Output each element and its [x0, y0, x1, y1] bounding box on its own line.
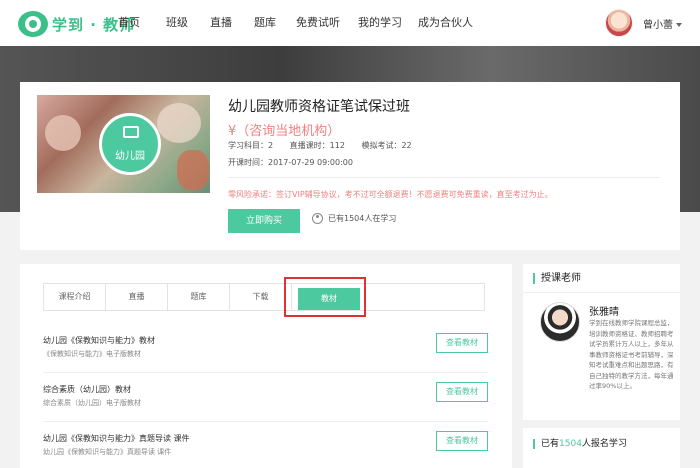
textbook-list: 幼儿园《保教知识与能力》教材 《保教知识与能力》电子版教材 查看教材 综合素质（…: [43, 324, 488, 468]
list-item: 幼儿园《保教知识与能力》真题导读 课件 幼儿园《保教知识与能力》真题导读 课件 …: [43, 422, 488, 468]
user-menu[interactable]: 曾小蕾: [605, 9, 682, 37]
start-time: 开课时间：2017-07-29 09:00:00: [228, 158, 353, 167]
learner-count: 已有1504人在学习: [312, 213, 396, 224]
signup-title: 已有1504人报名学习: [533, 439, 627, 449]
nav-question-bank[interactable]: 题库: [254, 0, 296, 46]
material-title: 幼儿园《保教知识与能力》真题导读 课件: [43, 434, 190, 443]
highlight-annotation: [284, 277, 366, 317]
kindergarten-badge: 幼儿园: [99, 113, 161, 175]
user-name[interactable]: 曾小蕾: [643, 16, 682, 31]
view-textbook-button[interactable]: 查看教材: [436, 431, 488, 451]
cover-photo-detail: [45, 115, 81, 151]
nav-live[interactable]: 直播: [210, 0, 254, 46]
course-tabs: 课程介绍 直播 题库 下载 教材: [43, 283, 485, 311]
tab-course-intro[interactable]: 课程介绍: [44, 284, 106, 310]
nav-become-partner[interactable]: 成为合伙人: [418, 0, 488, 46]
teacher-bio: 学到在线教师学院课程总监，培训教师资格证、教师招聘考试学员累计万人以上，多年从事…: [589, 319, 674, 390]
list-item: 幼儿园《保教知识与能力》教材 《保教知识与能力》电子版教材 查看教材: [43, 324, 488, 373]
list-item: 综合素质（幼儿园）教材 综合素质（幼儿园）电子版教材 查看教材: [43, 373, 488, 422]
material-subtitle: 《保教知识与能力》电子版教材: [43, 350, 141, 358]
learner-count-text: 已有1504人在学习: [328, 214, 397, 223]
subject-count: 学习科目：2: [228, 141, 274, 150]
signup-prefix: 已有: [541, 439, 560, 449]
tab-live[interactable]: 直播: [106, 284, 168, 310]
top-navbar: 学到 · 教师 首页 班级 直播 题库 免费试听 我的学习 成为合伙人 曾小蕾: [0, 0, 700, 46]
badge-label: 幼儿园: [115, 151, 145, 162]
course-title: 幼儿园教师资格证笔试保过班: [228, 99, 410, 115]
live-hours: 直播课时：112: [289, 141, 345, 150]
material-title: 综合素质（幼儿园）教材: [43, 385, 131, 394]
cover-photo-detail: [157, 103, 201, 143]
teacher-card: 授课老师 张雅晴 学到在线教师学院课程总监，培训教师资格证、教师招聘考试学员累计…: [523, 264, 680, 420]
risk-free-notice: 零风险承诺：签订VIP辅导协议，考不过可全额退费！不愿退费可免费重读，直至考过为…: [228, 190, 553, 199]
course-price: ¥（咨询当地机构）: [228, 124, 341, 139]
book-icon: [123, 126, 139, 138]
nav-my-learning[interactable]: 我的学习: [358, 0, 418, 46]
buy-now-button[interactable]: 立即购买: [228, 209, 300, 233]
user-icon: [312, 213, 323, 224]
main-nav: 首页 班级 直播 题库 免费试听 我的学习 成为合伙人: [118, 0, 488, 46]
tab-question-bank[interactable]: 题库: [168, 284, 230, 310]
tab-download[interactable]: 下载: [230, 284, 292, 310]
signup-count: 1504: [559, 439, 582, 449]
view-textbook-button[interactable]: 查看教材: [436, 382, 488, 402]
divider: [523, 292, 680, 293]
material-subtitle: 幼儿园《保教知识与能力》真题导读 课件: [43, 448, 172, 456]
material-title: 幼儿园《保教知识与能力》教材: [43, 336, 155, 345]
avatar[interactable]: [605, 9, 633, 37]
teacher-name: 张雅晴: [589, 307, 619, 318]
signup-card: 已有1504人报名学习: [523, 428, 680, 468]
course-meta: 学习科目：2 直播课时：112 模拟考试：22: [228, 140, 426, 151]
course-content-panel: 课程介绍 直播 题库 下载 教材 幼儿园《保教知识与能力》教材 《保教知识与能力…: [20, 264, 512, 468]
material-subtitle: 综合素质（幼儿园）电子版教材: [43, 399, 141, 407]
nav-free-trial[interactable]: 免费试听: [296, 0, 358, 46]
nav-classes[interactable]: 班级: [166, 0, 210, 46]
teacher-section-title: 授课老师: [533, 273, 581, 284]
course-cover-image: 幼儿园: [37, 95, 210, 193]
teacher-photo: [540, 302, 580, 342]
signup-suffix: 人报名学习: [581, 439, 627, 449]
cover-photo-detail: [177, 150, 209, 190]
nav-home[interactable]: 首页: [118, 0, 166, 46]
course-card: 幼儿园 幼儿园教师资格证笔试保过班 ¥（咨询当地机构） 学习科目：2 直播课时：…: [20, 82, 680, 250]
logo-mark-icon: [18, 11, 48, 37]
view-textbook-button[interactable]: 查看教材: [436, 333, 488, 353]
mock-exam-count: 模拟考试：22: [361, 141, 412, 150]
divider: [228, 177, 660, 178]
